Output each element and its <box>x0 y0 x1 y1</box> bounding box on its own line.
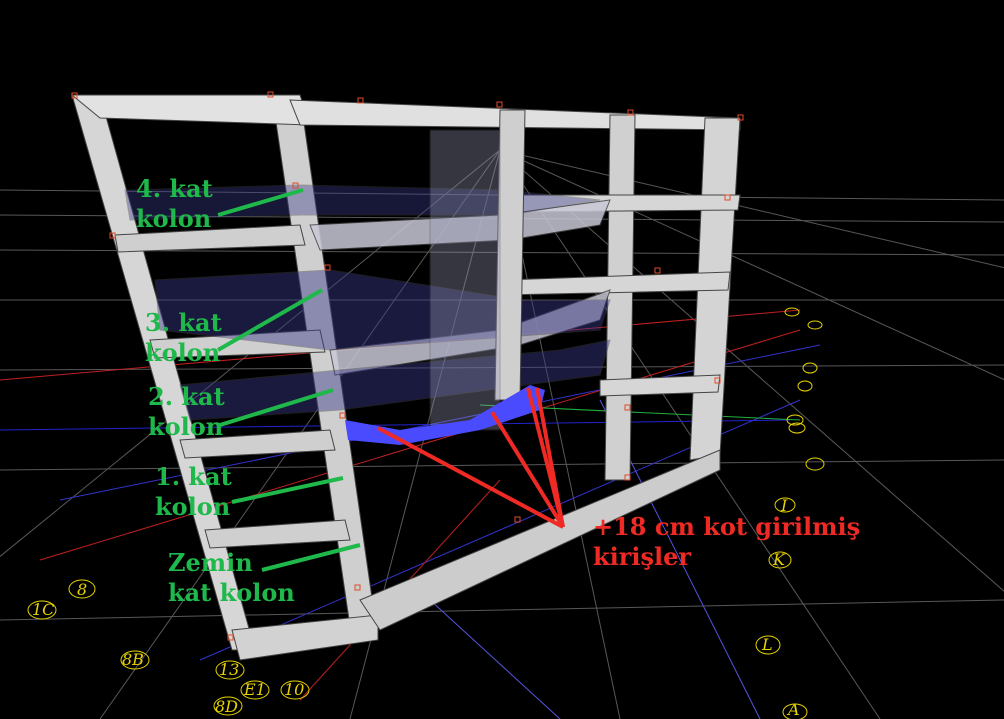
glass-core <box>429 129 501 431</box>
mid-frame-column <box>604 114 636 481</box>
axis-label-8: 8 <box>77 580 88 599</box>
axis-label-E1: E1 <box>244 680 266 699</box>
axis-label-13: 13 <box>219 660 240 679</box>
annotation-floor3-column: 3. kat kolon <box>145 308 222 367</box>
left-frame-bottom-beam <box>231 614 379 661</box>
axis-label-8B: 8B <box>122 650 144 669</box>
axis-label-10: 10 <box>284 680 305 699</box>
axis-label-L: L <box>762 635 773 654</box>
annotation-floor1-column: 1. kat kolon <box>155 462 232 521</box>
left-frame-top-beam <box>70 94 311 126</box>
axis-label-8D: 8D <box>215 697 239 716</box>
floor-beam-1 <box>204 519 351 549</box>
annotation-ground-column: Zemin kat kolon <box>168 548 295 607</box>
annotation-floor4-column: 4. kat kolon <box>136 174 213 233</box>
axis-label-1C: 1C <box>32 600 55 619</box>
axis-label-A: A <box>788 700 800 719</box>
annotation-raised-beams: +18 cm kot girilmiş kirişler <box>593 512 861 571</box>
annotation-floor2-column: 2. kat kolon <box>148 382 225 441</box>
